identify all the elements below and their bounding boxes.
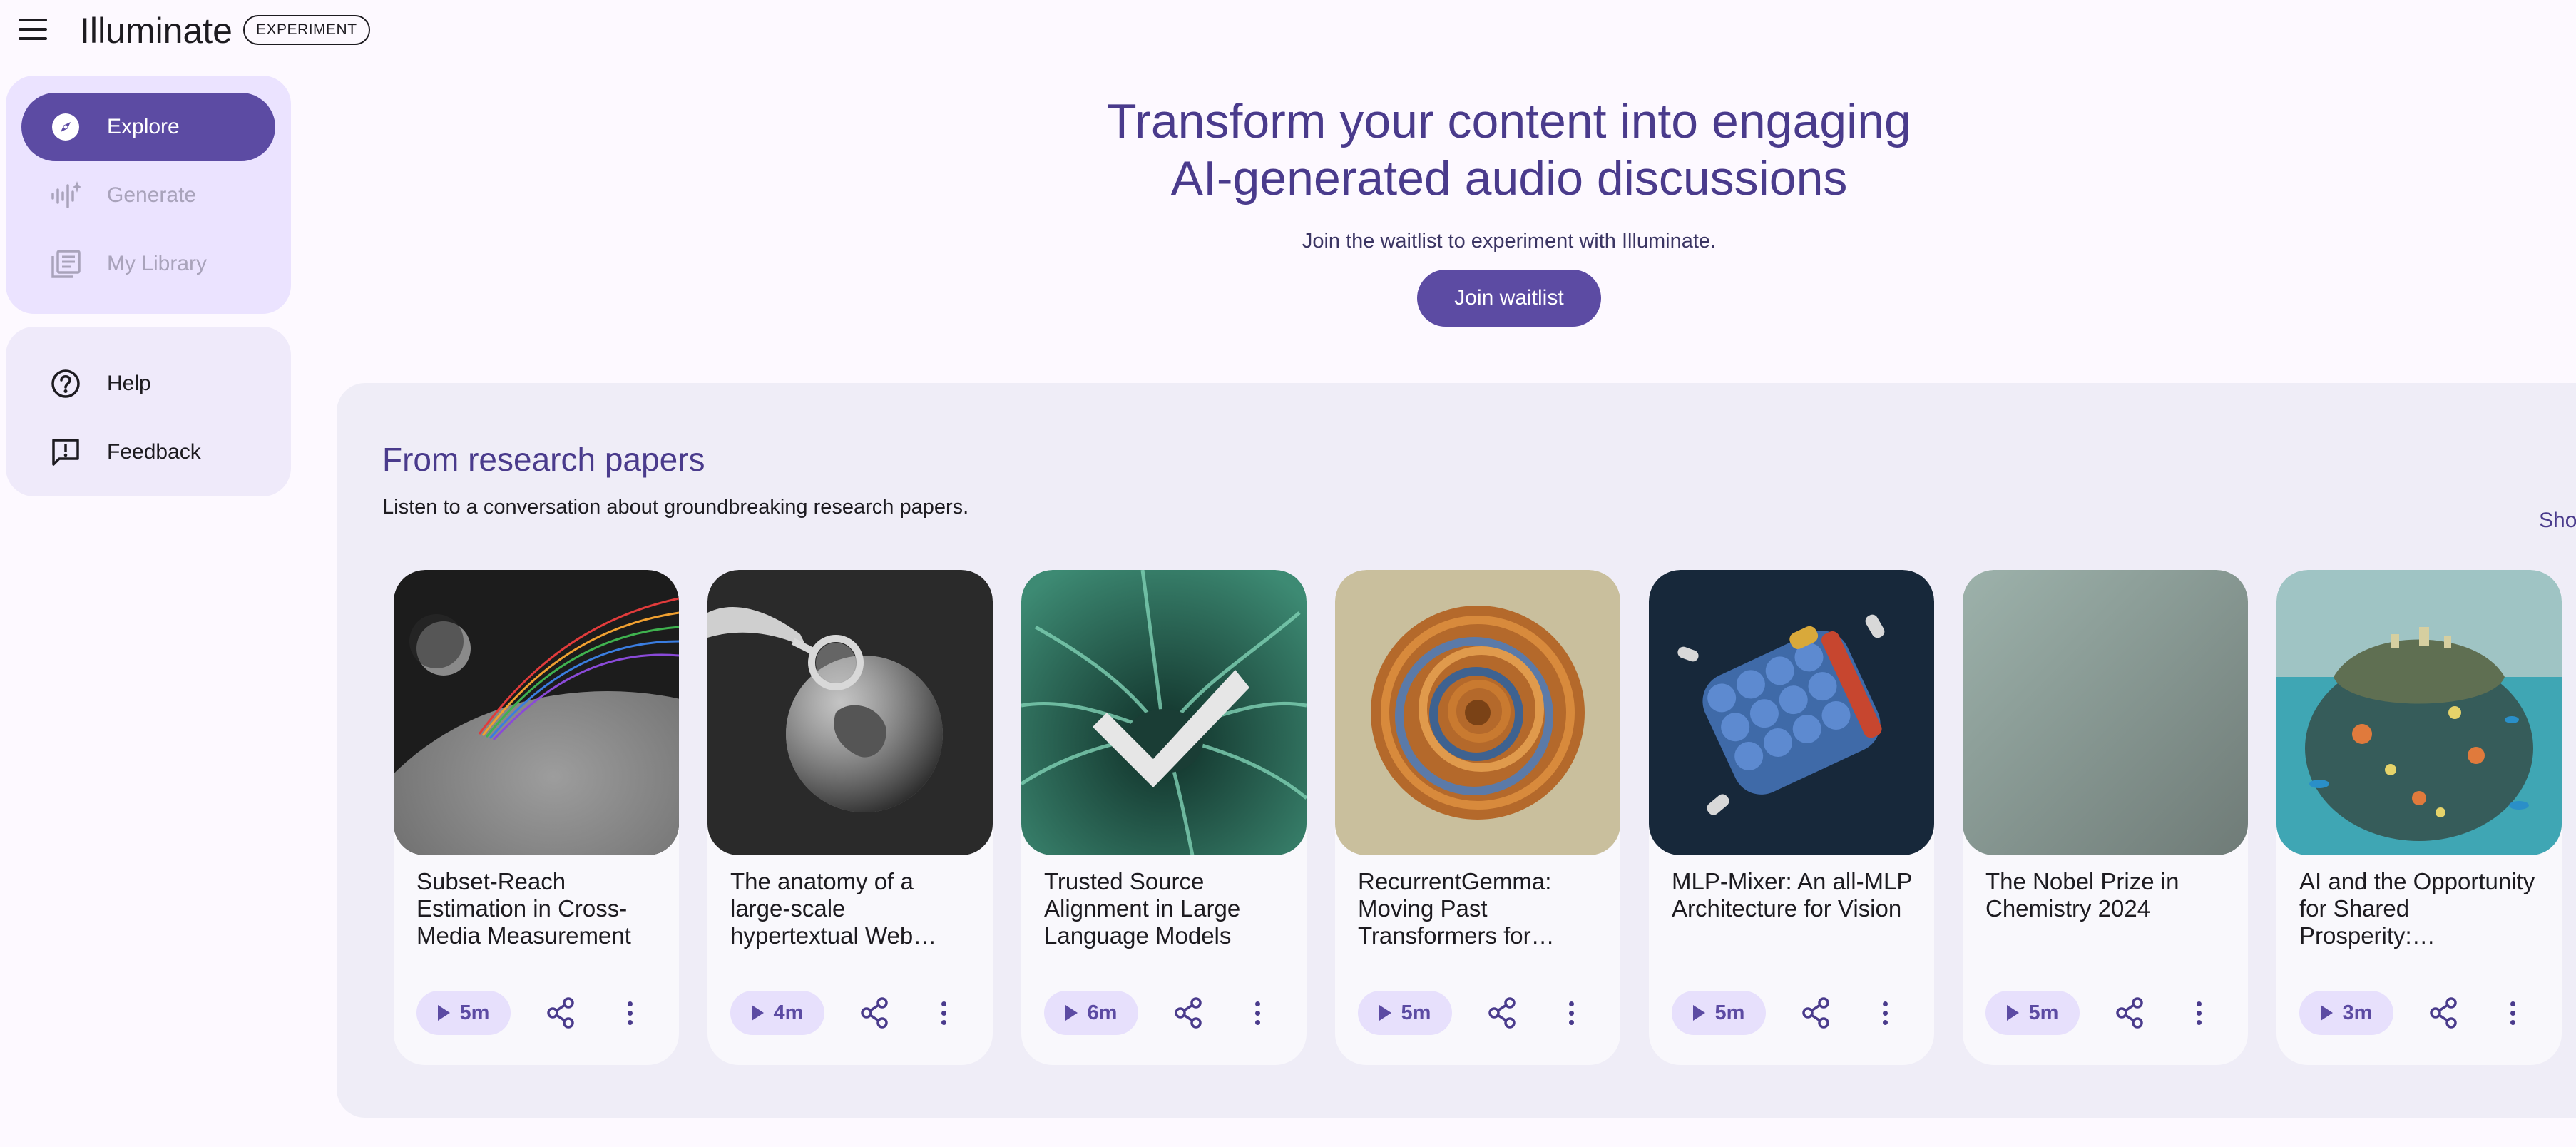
play-icon <box>437 1005 450 1021</box>
more-options-icon[interactable] <box>933 996 954 1029</box>
share-icon[interactable] <box>545 996 578 1029</box>
more-options-icon[interactable] <box>2188 996 2209 1029</box>
library-icon <box>50 248 81 280</box>
sidebar-secondary-nav: Help Feedback <box>6 327 291 496</box>
card-title: The Nobel Prize in Chemistry 2024 <box>1985 868 2179 922</box>
more-options-icon[interactable] <box>1247 996 1268 1029</box>
more-options-icon[interactable] <box>1560 996 1582 1029</box>
paper-card[interactable]: MLP-Mixer: An all-MLP Architecture for V… <box>1649 570 1934 1065</box>
hero-subtitle: Join the waitlist to experiment with Ill… <box>1302 230 1717 253</box>
more-options-icon[interactable] <box>2502 996 2523 1029</box>
card-title: AI and the Opportunity for Shared Prospe… <box>2299 868 2535 949</box>
top-bar: Illuminate EXPERIMENT <box>0 0 2576 64</box>
research-papers-section: From research papers Listen to a convers… <box>337 383 2576 1118</box>
card-thumbnail <box>394 570 679 855</box>
play-icon <box>2006 1005 2019 1021</box>
share-icon[interactable] <box>1172 996 1205 1029</box>
card-title: The anatomy of a large-scale hypertextua… <box>730 868 937 949</box>
duration-label: 6m <box>1087 1001 1118 1024</box>
play-duration-button[interactable]: 5m <box>416 991 511 1035</box>
sidebar-item-help[interactable]: Help <box>21 350 275 418</box>
duration-label: 5m <box>1401 1001 1431 1024</box>
duration-label: 5m <box>1714 1001 1745 1024</box>
card-title: MLP-Mixer: An all-MLP Architecture for V… <box>1672 868 1912 922</box>
share-icon[interactable] <box>1486 996 1519 1029</box>
paper-card[interactable]: Subset-Reach Estimation in Cross-Media M… <box>394 570 679 1065</box>
card-title: Trusted Source Alignment in Large Langua… <box>1044 868 1241 949</box>
sidebar-item-label: Generate <box>107 183 197 207</box>
hero-title-line-1: Transform your content into engaging <box>1107 94 1911 148</box>
card-thumbnail <box>1021 570 1307 855</box>
sidebar-item-label: My Library <box>107 252 208 275</box>
section-title: From research papers <box>382 441 705 478</box>
play-icon <box>751 1005 764 1021</box>
paper-card[interactable]: AI and the Opportunity for Shared Prospe… <box>2276 570 2562 1065</box>
sidebar-item-explore[interactable]: Explore <box>21 93 275 161</box>
sidebar-item-my-library[interactable]: My Library <box>21 230 275 298</box>
hero-title-line-2: AI-generated audio discussions <box>1170 151 1848 205</box>
more-options-icon[interactable] <box>1874 996 1896 1029</box>
play-duration-button[interactable]: 4m <box>730 991 824 1035</box>
paper-card[interactable]: Trusted Source Alignment in Large Langua… <box>1021 570 1307 1065</box>
play-icon <box>1379 1005 1391 1021</box>
card-thumbnail <box>1335 570 1620 855</box>
card-thumbnail <box>2276 570 2562 855</box>
sidebar-item-label: Help <box>107 372 151 395</box>
play-icon <box>1065 1005 1078 1021</box>
sidebar-item-generate[interactable]: Generate <box>21 161 275 230</box>
share-icon[interactable] <box>2428 996 2460 1029</box>
sidebar-primary-nav: Explore Generate My Library <box>6 76 291 314</box>
feedback-icon <box>50 437 81 468</box>
paper-card[interactable]: The Nobel Prize in Chemistry 2024 5m <box>1963 570 2248 1065</box>
section-description: Listen to a conversation about groundbre… <box>382 496 969 519</box>
card-thumbnail <box>1649 570 1934 855</box>
hero-title: Transform your content into engaging AI-… <box>863 93 2155 207</box>
sidebar-item-feedback[interactable]: Feedback <box>21 418 275 486</box>
show-all-link[interactable]: Sho <box>2539 509 2576 533</box>
sidebar-item-label: Explore <box>107 115 180 138</box>
duration-label: 5m <box>459 1001 490 1024</box>
play-duration-button[interactable]: 5m <box>1672 991 1766 1035</box>
share-icon[interactable] <box>859 996 891 1029</box>
play-duration-button[interactable]: 5m <box>1358 991 1452 1035</box>
play-icon <box>1692 1005 1705 1021</box>
more-options-icon[interactable] <box>619 996 640 1029</box>
share-icon[interactable] <box>2114 996 2147 1029</box>
duration-label: 5m <box>2028 1001 2059 1024</box>
card-title: Subset-Reach Estimation in Cross-Media M… <box>416 868 631 949</box>
join-waitlist-button[interactable]: Join waitlist <box>1417 270 1601 327</box>
experiment-badge: EXPERIMENT <box>243 15 370 45</box>
paper-card[interactable]: RecurrentGemma: Moving Past Transformers… <box>1335 570 1620 1065</box>
play-duration-button[interactable]: 3m <box>2299 991 2393 1035</box>
audio-spark-icon <box>50 180 81 211</box>
card-thumbnail <box>1963 570 2248 855</box>
card-title: RecurrentGemma: Moving Past Transformers… <box>1358 868 1555 949</box>
card-thumbnail <box>707 570 993 855</box>
app-title: Illuminate <box>80 11 232 51</box>
paper-card[interactable]: The anatomy of a large-scale hypertextua… <box>707 570 993 1065</box>
help-circle-icon <box>50 368 81 399</box>
menu-icon[interactable] <box>19 19 50 43</box>
share-icon[interactable] <box>1800 996 1833 1029</box>
compass-icon <box>50 111 81 143</box>
duration-label: 4m <box>773 1001 804 1024</box>
play-duration-button[interactable]: 5m <box>1985 991 2080 1035</box>
duration-label: 3m <box>2342 1001 2373 1024</box>
play-icon <box>2320 1005 2333 1021</box>
play-duration-button[interactable]: 6m <box>1044 991 1138 1035</box>
sidebar-item-label: Feedback <box>107 440 201 464</box>
